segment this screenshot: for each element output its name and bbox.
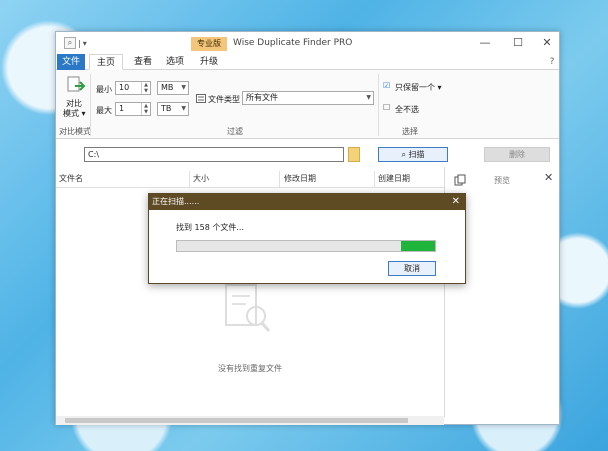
window-title: Wise Duplicate Finder PRO — [233, 38, 353, 48]
tab-upgrade[interactable]: 升级 — [195, 54, 223, 70]
max-size-label: 最大 — [96, 106, 112, 115]
group-label-filter: 过滤 — [227, 127, 243, 136]
min-size-value: 10 — [119, 83, 130, 92]
scan-progress-fill — [401, 241, 435, 251]
chevron-down-icon: ▼ — [181, 105, 186, 112]
help-icon[interactable]: ? — [546, 54, 558, 70]
select-none-icon: ☐ — [383, 103, 391, 112]
column-header-modified[interactable]: 修改日期 — [284, 171, 316, 187]
dialog-title-bar: 正在扫描...... ✕ — [149, 194, 465, 210]
horizontal-scrollbar[interactable] — [56, 416, 444, 425]
keep-one-icon: ☑ — [383, 81, 391, 90]
compare-mode-icon — [67, 76, 86, 92]
max-size-input[interactable]: 1 ▲ ▼ — [115, 102, 151, 116]
spinner-arrows-icon[interactable]: ▲ ▼ — [141, 103, 150, 115]
compare-mode-button[interactable]: 对比 模式 ▾ — [63, 76, 91, 121]
max-unit-select[interactable]: TB ▼ — [157, 102, 189, 116]
column-header-name[interactable]: 文件名 — [59, 171, 83, 187]
quick-access-toolbar: ⌕ | ▾ — [64, 37, 87, 49]
max-unit-value: TB — [161, 104, 172, 113]
files-found-text: 找到 158 个文件... — [176, 223, 244, 232]
column-separator — [279, 171, 280, 187]
chevron-down-icon: ▼ — [181, 84, 186, 91]
search-icon[interactable]: ⌕ — [64, 37, 76, 49]
scanning-dialog: 正在扫描...... ✕ 找到 158 个文件... 取消 — [148, 193, 466, 284]
keep-one-button[interactable]: ☑ 只保留一个 ▾ — [383, 81, 453, 93]
folder-browse-icon[interactable] — [348, 147, 360, 162]
dialog-close-icon[interactable]: ✕ — [452, 194, 460, 210]
compare-mode-label2: 模式 ▾ — [63, 109, 86, 118]
chevron-down-icon: ▼ — [366, 94, 371, 101]
min-unit-select[interactable]: MB ▼ — [157, 81, 189, 95]
group-label-select: 选择 — [402, 127, 418, 136]
column-separator — [189, 171, 190, 187]
tab-home[interactable]: 主页 — [89, 54, 123, 70]
min-size-label: 最小 — [96, 85, 112, 94]
select-none-label: 全不选 — [395, 105, 419, 114]
ribbon-separator — [90, 74, 91, 136]
group-label-compare: 对比模式 — [59, 127, 91, 136]
header-divider — [56, 187, 444, 188]
tab-file[interactable]: 文件 — [57, 54, 85, 70]
quick-access-separator: | — [78, 38, 81, 48]
path-input[interactable]: C:\ — [84, 147, 344, 162]
select-none-button[interactable]: ☐ 全不选 — [383, 103, 453, 115]
scan-progress-bar — [176, 240, 436, 252]
copy-icon[interactable] — [454, 174, 466, 186]
tab-view[interactable]: 查看 — [129, 54, 157, 70]
scrollbar-thumb[interactable] — [65, 418, 408, 423]
minimize-button[interactable]: — — [478, 36, 492, 49]
keep-one-label: 只保留一个 ▾ — [395, 83, 442, 92]
column-header-created[interactable]: 创建日期 — [378, 171, 410, 187]
maximize-button[interactable]: ☐ — [511, 36, 525, 49]
preview-label: 预览 — [494, 176, 510, 185]
file-type-value: 所有文件 — [246, 93, 278, 102]
close-button[interactable]: ✕ — [540, 36, 554, 49]
empty-document-icon — [225, 284, 271, 332]
scan-button[interactable]: ⌕ 扫描 — [378, 147, 448, 162]
scan-icon: ⌕ — [401, 150, 409, 159]
ribbon-tabs: 文件 主页 查看 选项 升级 ? — [56, 54, 559, 70]
dialog-title: 正在扫描...... — [152, 197, 200, 206]
min-size-input[interactable]: 10 ▲ ▼ — [115, 81, 151, 95]
column-header-size[interactable]: 大小 — [193, 171, 209, 187]
cancel-button[interactable]: 取消 — [388, 261, 436, 276]
title-bar: ⌕ | ▾ 专业版 Wise Duplicate Finder PRO — ☐ … — [56, 32, 559, 54]
pro-badge-tab[interactable]: 专业版 — [191, 37, 227, 51]
file-type-icon — [196, 94, 206, 103]
file-type-label: 文件类型 — [208, 95, 240, 104]
ribbon-separator — [378, 74, 379, 136]
delete-button[interactable]: 删除 — [484, 147, 550, 162]
column-separator — [374, 171, 375, 187]
min-unit-value: MB — [161, 83, 174, 92]
close-preview-icon[interactable]: ✕ — [544, 171, 553, 184]
ribbon: 对比 模式 ▾ 对比模式 最小 10 ▲ ▼ MB ▼ 最大 1 ▲ ▼ TB ▼ 文件类型… — [56, 70, 559, 139]
quick-access-dropdown[interactable]: ▾ — [83, 39, 87, 48]
empty-state-text: 没有找到重复文件 — [218, 364, 282, 373]
scan-label: 扫描 — [408, 150, 425, 159]
file-type-select[interactable]: 所有文件 ▼ — [242, 91, 374, 105]
spinner-arrows-icon[interactable]: ▲ ▼ — [141, 82, 150, 94]
max-size-value: 1 — [119, 104, 125, 113]
tab-options[interactable]: 选项 — [161, 54, 189, 70]
